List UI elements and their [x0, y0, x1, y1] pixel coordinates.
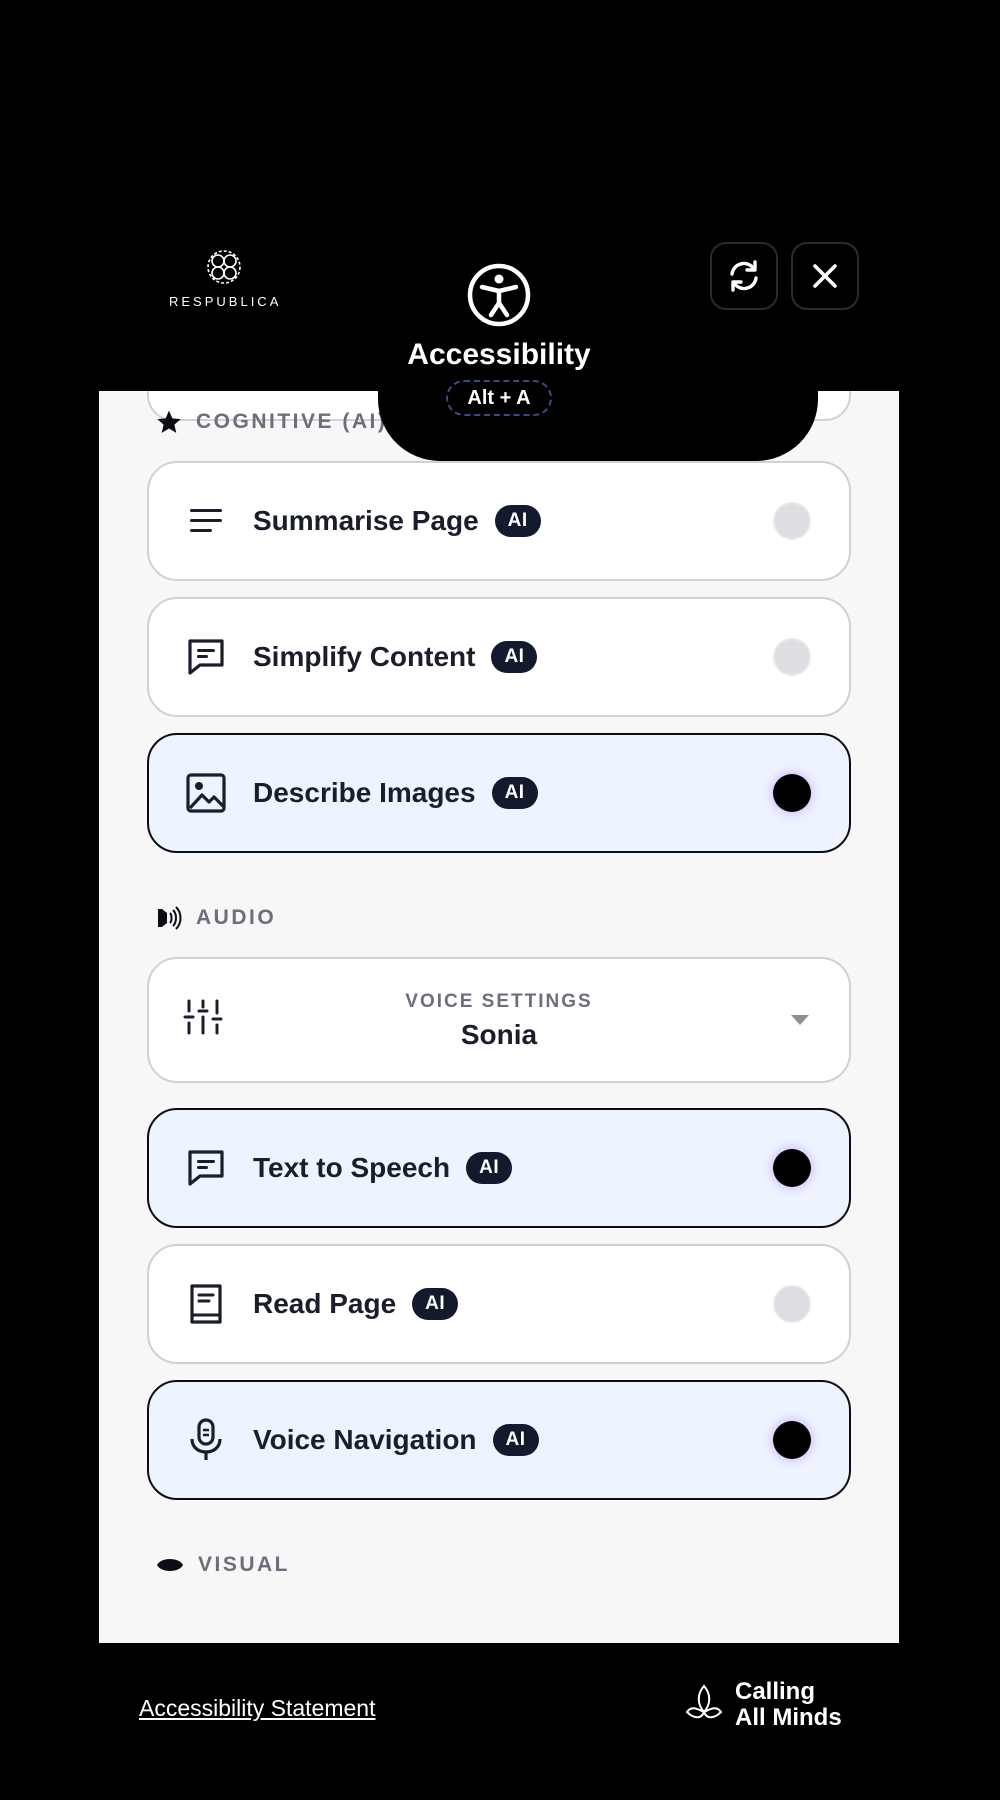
ai-badge: AI — [491, 777, 538, 809]
section-title-text: AUDIO — [196, 906, 277, 929]
speaker-icon — [158, 906, 182, 930]
partner-name-line1: Calling — [735, 1678, 816, 1705]
toggle-text-to-speech[interactable]: Text to Speech AI — [147, 1108, 851, 1228]
ai-badge: AI — [491, 641, 538, 673]
keyboard-shortcut-badge: Alt + A — [446, 380, 552, 416]
calling-all-minds-logo-icon — [685, 1684, 723, 1719]
reset-button[interactable] — [710, 242, 778, 310]
partner-logo[interactable]: Calling All Minds — [681, 1679, 842, 1731]
card-label: Voice Navigation — [253, 1424, 477, 1455]
partner-name-line2: All Minds — [735, 1704, 842, 1731]
panel-content[interactable]: COGNITIVE (AI) Summarise Page AI Simplif… — [99, 351, 899, 1776]
card-label: Text to Speech — [253, 1152, 451, 1183]
list-icon — [183, 498, 229, 544]
section-title-text: VISUAL — [198, 1553, 291, 1576]
section-visual: VISUAL — [156, 1553, 290, 1577]
message-icon — [183, 1145, 229, 1191]
ai-badge: AI — [466, 1152, 513, 1184]
close-icon — [813, 264, 837, 288]
card-label: Simplify Content — [253, 641, 476, 672]
card-label: Summarise Page — [253, 505, 479, 536]
voice-settings-select[interactable]: VOICE SETTINGS Sonia — [147, 957, 851, 1083]
section-cognitive: COGNITIVE (AI) — [156, 409, 387, 435]
toggle-switch[interactable] — [773, 1285, 811, 1323]
panel-footer: Accessibility Statement Calling All Mind… — [99, 1643, 899, 1776]
star-icon — [157, 410, 181, 433]
voice-settings-caption: VOICE SETTINGS — [405, 991, 593, 1012]
toggle-switch[interactable] — [773, 1421, 811, 1459]
accessibility-person-icon — [467, 263, 531, 327]
toggle-read-page[interactable]: Read Page AI — [147, 1244, 851, 1364]
toggle-switch[interactable] — [773, 502, 811, 540]
toggle-switch[interactable] — [773, 638, 811, 676]
eye-icon — [157, 1559, 183, 1571]
toggle-switch[interactable] — [773, 1149, 811, 1187]
chevron-down-icon[interactable] — [791, 1015, 809, 1025]
book-icon — [183, 1281, 229, 1327]
toggle-switch[interactable] — [773, 774, 811, 812]
close-button[interactable] — [791, 242, 859, 310]
brand-name: RESPUBLICA — [169, 294, 282, 309]
brand-logo: RESPUBLICA — [169, 246, 279, 309]
toggle-describe-images[interactable]: Describe Images AI — [147, 733, 851, 853]
brand-logo-icon — [207, 250, 241, 284]
ai-badge: AI — [492, 1424, 539, 1456]
toggle-voice-navigation[interactable]: Voice Navigation AI — [147, 1380, 851, 1500]
toggle-summarise-page[interactable]: Summarise Page AI — [147, 461, 851, 581]
card-label: Describe Images — [253, 777, 476, 808]
panel-title: Accessibility — [407, 338, 591, 371]
accessibility-panel: COGNITIVE (AI) Summarise Page AI Simplif… — [99, 206, 899, 1776]
microphone-icon — [183, 1417, 229, 1463]
toggle-simplify-content[interactable]: Simplify Content AI — [147, 597, 851, 717]
section-title-text: COGNITIVE (AI) — [196, 410, 388, 433]
accessibility-statement-link[interactable]: Accessibility Statement — [139, 1695, 375, 1722]
ai-badge: AI — [412, 1288, 459, 1320]
message-icon — [183, 634, 229, 680]
section-audio: AUDIO — [156, 905, 276, 931]
ai-badge: AI — [494, 505, 541, 537]
voice-settings-value: Sonia — [460, 1019, 538, 1050]
refresh-icon — [730, 260, 758, 292]
image-icon — [183, 770, 229, 816]
card-label: Read Page — [253, 1288, 397, 1319]
